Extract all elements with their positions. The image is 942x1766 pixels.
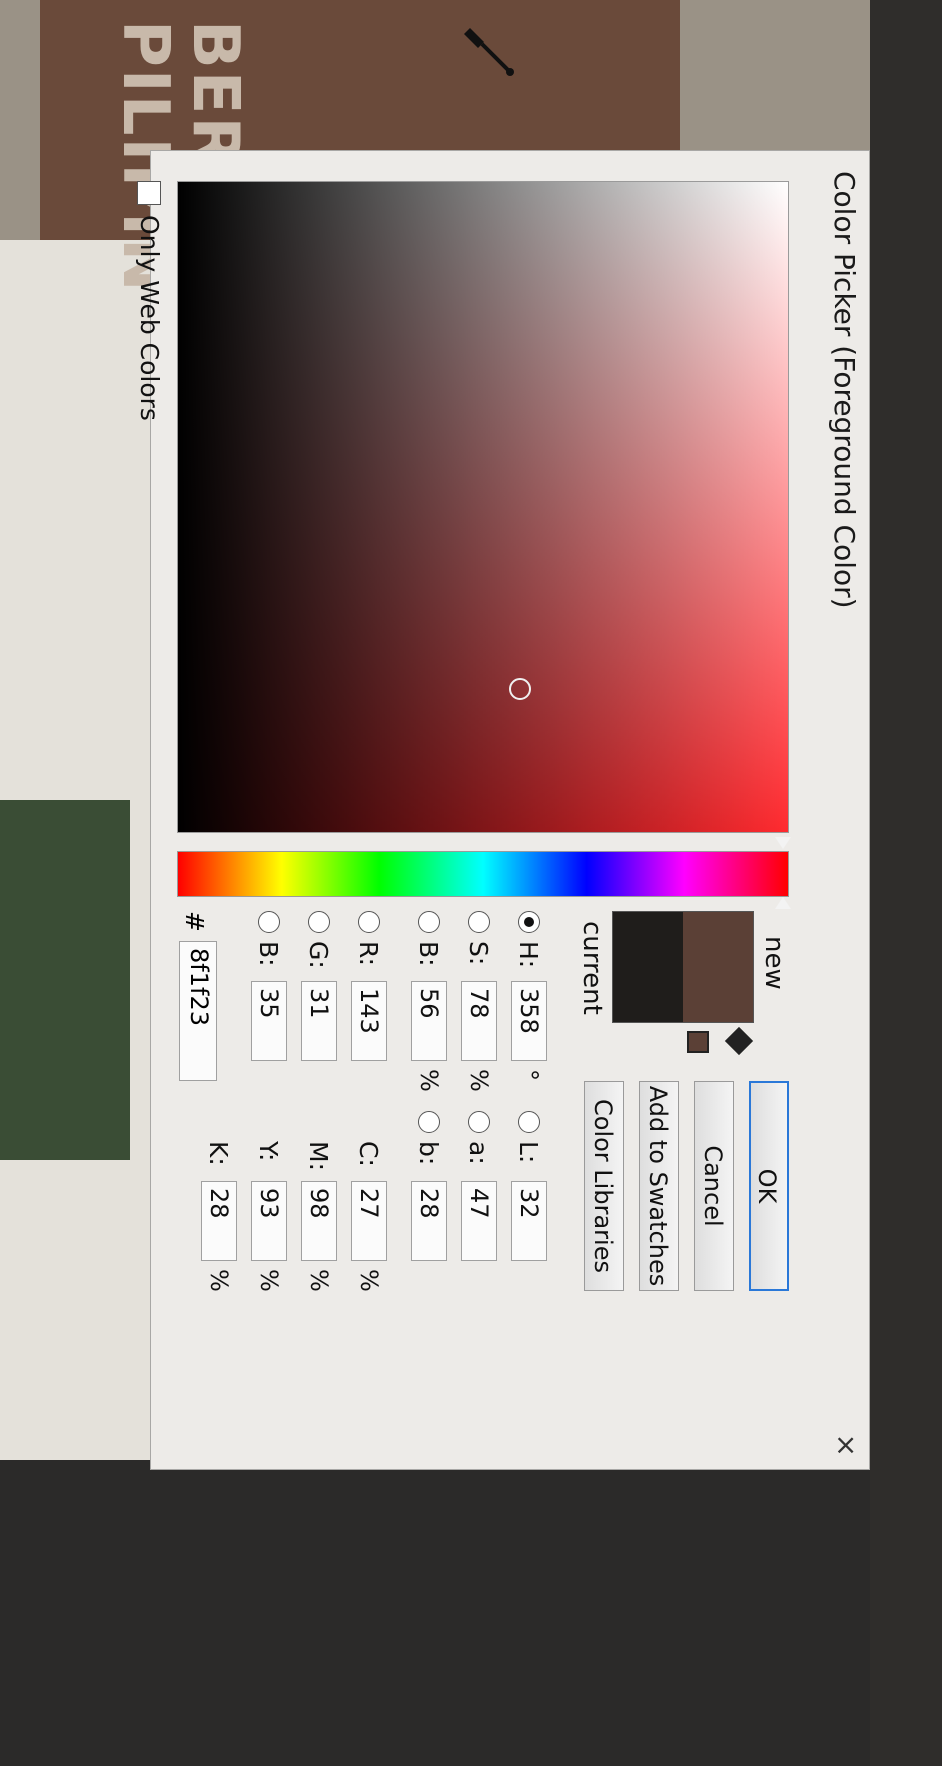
hsb-h-label: H: [514,941,544,969]
close-button[interactable]: × [830,1434,863,1457]
cmyk-row-k: K: 28 % [199,1141,239,1292]
rgb-g-input[interactable]: 31 [301,981,337,1061]
color-libraries-button[interactable]: Color Libraries [584,1081,624,1291]
add-to-swatches-button[interactable]: Add to Swatches [639,1081,679,1291]
only-web-colors-checkbox[interactable] [137,181,162,205]
rgb-b-input[interactable]: 35 [251,981,287,1061]
cmyk-m-label: M: [304,1141,334,1171]
color-field[interactable] [177,181,789,833]
hex-prefix: # [180,911,209,932]
lab-a-radio[interactable] [468,1111,490,1133]
eyedropper-icon [464,28,514,76]
lab-a-input[interactable]: 47 [461,1181,497,1261]
dialog-title: Color Picker (Foreground Color) [828,171,861,609]
rgb-g-label: G: [304,941,334,969]
new-color-swatch [683,912,753,1022]
hsb-h-unit: ° [515,1069,543,1081]
only-web-colors-option[interactable]: Only Web Colors [135,181,164,421]
hsb-row-h: H: 358 ° [509,911,549,1091]
lab-l-label: L: [514,1141,544,1164]
background-dark-bottom [0,1460,942,1766]
cmyk-m-input[interactable]: 98 [301,1181,337,1261]
new-label: new [759,936,789,990]
rgb-b-label: B: [254,941,284,967]
hue-slider-handle-right[interactable] [774,897,791,909]
cmyk-k-label: K: [204,1141,234,1166]
lab-row-b: b: 28 [409,1111,449,1261]
rgb-r-label: R: [354,941,384,967]
hsb-s-input[interactable]: 78 [461,981,497,1061]
cmyk-row-y: Y: 93 % [249,1141,289,1292]
color-swatches [612,911,754,1023]
cmyk-c-input[interactable]: 27 [351,1181,387,1261]
rgb-row-r: R: 143 [349,911,389,1061]
lab-b-label: b: [414,1141,444,1166]
lab-l-input[interactable]: 32 [511,1181,547,1261]
lab-l-radio[interactable] [518,1111,540,1133]
cmyk-k-input[interactable]: 28 [201,1181,237,1261]
hsb-b-label: B: [414,941,444,967]
cmyk-c-label: C: [354,1141,384,1167]
hsb-s-label: S: [464,941,494,966]
cmyk-c-unit: % [355,1269,383,1292]
background-green-panel [0,800,130,1160]
cmyk-row-m: M: 98 % [299,1141,339,1292]
current-color-swatch[interactable] [613,912,683,1022]
hsb-h-radio[interactable] [518,911,540,933]
hsb-h-input[interactable]: 358 [511,981,547,1061]
hue-slider[interactable] [177,851,789,897]
web-safe-warning-icon[interactable] [687,1031,709,1053]
ok-button[interactable]: OK [749,1081,789,1291]
cmyk-row-c: C: 27 % [349,1141,389,1292]
out-of-gamut-warning-icon[interactable] [724,1026,754,1056]
background-dark-right [870,0,942,1766]
hsb-b-unit: % [415,1069,443,1092]
hsb-b-radio[interactable] [418,911,440,933]
color-picker-dialog: Color Picker (Foreground Color) × new cu… [135,150,870,1470]
hue-slider-handle-left[interactable] [774,837,791,849]
cmyk-k-unit: % [205,1269,233,1292]
hsb-row-b: B: 56 % [409,911,449,1092]
only-web-colors-label: Only Web Colors [135,215,164,421]
hsb-s-radio[interactable] [468,911,490,933]
rgb-b-radio[interactable] [258,911,280,933]
hsb-row-s: S: 78 % [459,911,499,1092]
hsb-s-unit: % [465,1069,493,1092]
cmyk-y-unit: % [255,1269,283,1292]
lab-row-a: a: 47 [459,1111,499,1261]
cmyk-y-input[interactable]: 93 [251,1181,287,1261]
rgb-row-b: B: 35 [249,911,289,1061]
rgb-r-radio[interactable] [358,911,380,933]
lab-b-radio[interactable] [418,1111,440,1133]
cmyk-m-unit: % [305,1269,333,1292]
lab-b-input[interactable]: 28 [411,1181,447,1261]
rgb-row-g: G: 31 [299,911,339,1061]
cancel-button[interactable]: Cancel [694,1081,734,1291]
rgb-g-radio[interactable] [308,911,330,933]
hsb-b-input[interactable]: 56 [411,981,447,1061]
lab-a-label: a: [464,1141,494,1165]
lab-row-l: L: 32 [509,1111,549,1261]
hex-input[interactable]: 8f1f23 [179,941,217,1081]
current-label: current [577,921,607,1015]
rgb-r-input[interactable]: 143 [351,981,387,1061]
color-field-marker[interactable] [508,678,531,700]
cmyk-y-label: Y: [254,1141,284,1162]
